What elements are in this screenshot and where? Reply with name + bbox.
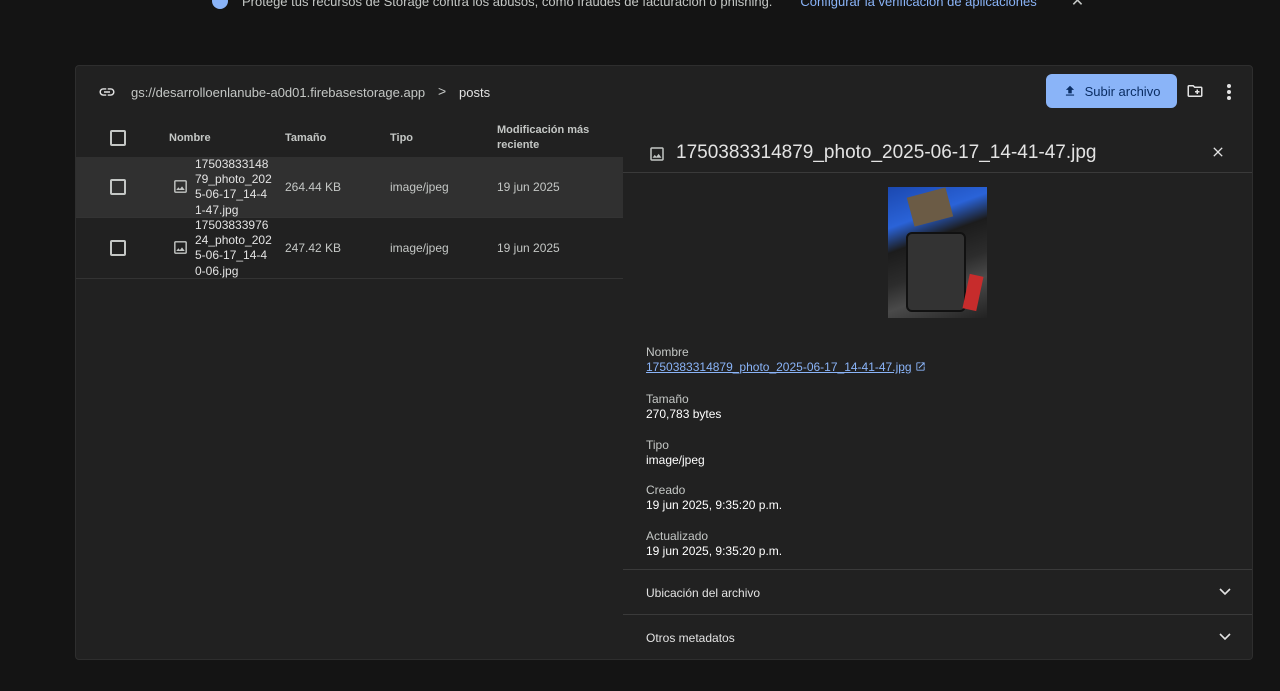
file-size: 247.42 KB bbox=[285, 241, 342, 255]
column-header-name[interactable]: Nombre bbox=[169, 132, 211, 144]
file-type: image/jpeg bbox=[390, 180, 449, 194]
meta-type-label: Tipo bbox=[646, 438, 669, 452]
image-icon bbox=[174, 241, 187, 254]
close-icon[interactable]: ✕ bbox=[1071, 0, 1084, 10]
table-row[interactable]: 1750383314879_photo_2025-06-17_14-41-47.… bbox=[76, 157, 623, 218]
details-header: 1750383314879_photo_2025-06-17_14-41-47.… bbox=[623, 120, 1252, 173]
column-header-size[interactable]: Tamaño bbox=[285, 132, 326, 144]
image-icon bbox=[174, 180, 187, 193]
file-details-panel: 1750383314879_photo_2025-06-17_14-41-47.… bbox=[623, 120, 1252, 659]
row-checkbox[interactable] bbox=[110, 240, 126, 256]
chevron-right-icon: > bbox=[438, 83, 447, 99]
meta-created-value: 19 jun 2025, 9:35:20 p.m. bbox=[646, 498, 783, 512]
other-metadata-expander[interactable]: Otros metadatos bbox=[623, 614, 1252, 659]
file-size: 264.44 KB bbox=[285, 180, 342, 194]
banner-link[interactable]: Configurar la verificación de aplicacion… bbox=[800, 0, 1036, 9]
meta-created-label: Creado bbox=[646, 483, 686, 497]
upload-button-label: Subir archivo bbox=[1084, 83, 1161, 99]
upload-file-button[interactable]: Subir archivo bbox=[1046, 74, 1177, 108]
bucket-path[interactable]: gs://desarrolloenlanube-a0d01.firebasest… bbox=[131, 85, 425, 100]
details-title: 1750383314879_photo_2025-06-17_14-41-47.… bbox=[676, 142, 1097, 163]
table-row[interactable]: 1750383397624_photo_2025-06-17_14-40-06.… bbox=[76, 218, 623, 279]
meta-type-value: image/jpeg bbox=[646, 453, 705, 467]
select-all-checkbox[interactable] bbox=[110, 130, 126, 146]
files-table: Nombre Tamaño Tipo Modificación más reci… bbox=[76, 120, 623, 279]
meta-updated: Actualizado 19 jun 2025, 9:35:20 p.m. bbox=[646, 529, 782, 559]
file-modified: 19 jun 2025 bbox=[497, 180, 560, 194]
file-name[interactable]: 1750383314879_photo_2025-06-17_14-41-47.… bbox=[195, 157, 273, 218]
file-location-expander[interactable]: Ubicación del archivo bbox=[623, 569, 1252, 614]
meta-name: Nombre 1750383314879_photo_2025-06-17_14… bbox=[646, 345, 926, 375]
verification-banner: Protege tus recursos de Storage contra l… bbox=[0, 0, 1280, 10]
file-type: image/jpeg bbox=[390, 241, 449, 255]
meta-updated-value: 19 jun 2025, 9:35:20 p.m. bbox=[646, 544, 783, 558]
upload-icon bbox=[1065, 85, 1074, 96]
image-preview bbox=[888, 187, 987, 318]
storage-browser: gs://desarrolloenlanube-a0d01.firebasest… bbox=[75, 65, 1253, 660]
breadcrumb-folder: posts bbox=[459, 85, 491, 100]
more-vert-icon[interactable] bbox=[1224, 82, 1234, 102]
meta-size-label: Tamaño bbox=[646, 392, 689, 406]
column-header-modified[interactable]: Modificación más reciente bbox=[497, 123, 607, 153]
image-icon bbox=[650, 147, 664, 161]
toolbar: gs://desarrolloenlanube-a0d01.firebasest… bbox=[76, 66, 1252, 120]
other-metadata-label: Otros metadatos bbox=[646, 631, 735, 645]
column-header-type[interactable]: Tipo bbox=[390, 132, 413, 144]
meta-created: Creado 19 jun 2025, 9:35:20 p.m. bbox=[646, 483, 782, 513]
file-download-link[interactable]: 1750383314879_photo_2025-06-17_14-41-47.… bbox=[646, 360, 926, 375]
info-icon bbox=[212, 0, 228, 9]
create-folder-icon[interactable] bbox=[1184, 82, 1206, 100]
meta-type: Tipo image/jpeg bbox=[646, 438, 705, 468]
link-icon[interactable] bbox=[96, 83, 118, 101]
row-checkbox[interactable] bbox=[110, 179, 126, 195]
close-icon[interactable] bbox=[1210, 144, 1226, 160]
meta-name-label: Nombre bbox=[646, 345, 689, 359]
banner-text: Protege tus recursos de Storage contra l… bbox=[242, 0, 773, 9]
table-header: Nombre Tamaño Tipo Modificación más reci… bbox=[76, 120, 623, 157]
file-name[interactable]: 1750383397624_photo_2025-06-17_14-40-06.… bbox=[195, 218, 273, 279]
file-location-label: Ubicación del archivo bbox=[646, 586, 761, 600]
meta-size: Tamaño 270,783 bytes bbox=[646, 392, 721, 422]
chevron-down-icon bbox=[1219, 633, 1231, 641]
open-in-new-icon bbox=[915, 362, 925, 371]
chevron-down-icon bbox=[1219, 588, 1231, 596]
meta-updated-label: Actualizado bbox=[646, 529, 709, 543]
meta-size-value: 270,783 bytes bbox=[646, 407, 722, 421]
file-modified: 19 jun 2025 bbox=[497, 241, 560, 255]
